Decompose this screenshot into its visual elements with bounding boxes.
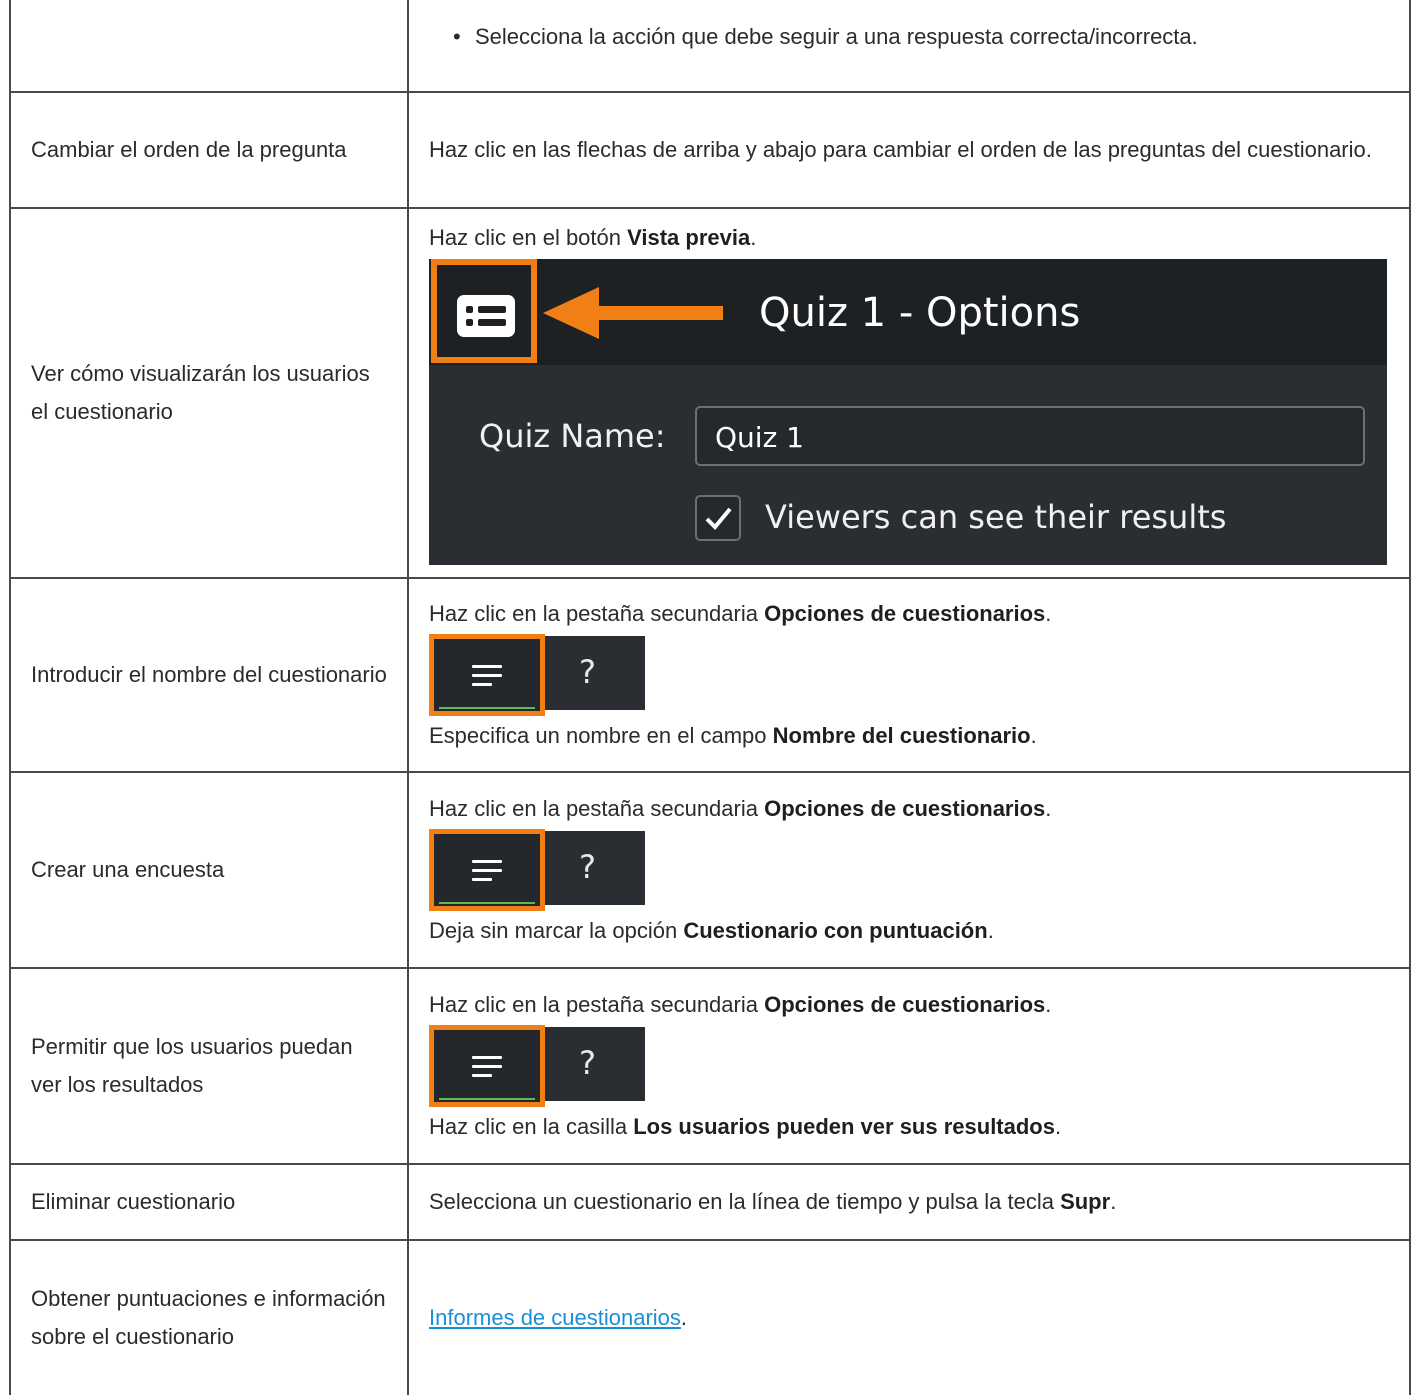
screenshot-title: Quiz 1 - Options [759,290,1081,336]
tabs-screenshot: ? [429,829,645,911]
tabs-screenshot: ? [429,1025,645,1107]
question-tab-icon: ? [579,653,596,691]
action-cell: Introducir el nombre del cuestionario [9,577,409,773]
instruction-text: Deja sin marcar la opción Cuestionario c… [429,918,994,943]
question-tab-icon: ? [579,848,596,886]
question-tab-icon: ? [579,1044,596,1082]
menu-lines-icon [472,1056,502,1083]
quiz-options-tab [429,829,545,911]
description-cell: Haz clic en las flechas de arriba y abaj… [407,91,1411,209]
instruction-text: Haz clic en la pestaña secundaria Opcion… [429,796,1052,821]
quiz-options-tab [429,1025,545,1107]
tabs-screenshot: ? [429,634,645,716]
table-row: Permitir que los usuarios puedan ver los… [9,967,1411,1165]
description-cell: Haz clic en la pestaña secundaria Opcion… [407,577,1411,773]
action-cell: Ver cómo visualizarán los usuarios el cu… [9,207,409,579]
instruction-text: Haz clic en la pestaña secundaria Opcion… [429,992,1052,1017]
quiz-name-label: Quiz Name: [479,417,666,455]
action-cell: Permitir que los usuarios puedan ver los… [9,967,409,1165]
description-cell: Haz clic en el botón Vista previa. Quiz … [407,207,1411,579]
description-cell: Haz clic en la pestaña secundaria Opcion… [407,967,1411,1165]
highlight-box [431,259,537,363]
arrow-left-icon [543,287,723,339]
action-cell: Obtener puntuaciones e información sobre… [9,1239,409,1395]
table-row: Obtener puntuaciones e información sobre… [9,1239,1411,1395]
description-cell: Selecciona un cuestionario en la línea d… [407,1163,1411,1241]
instruction-text: Haz clic en la casilla Los usuarios pued… [429,1114,1062,1139]
action-cell: Eliminar cuestionario [9,1163,409,1241]
quiz-name-field: Quiz 1 [695,406,1365,466]
table-row: Crear una encuesta Haz clic en la pestañ… [9,771,1411,969]
instruction-text: Especifica un nombre en el campo Nombre … [429,723,1037,748]
checkbox-label: Viewers can see their results [765,498,1227,536]
actions-table: Selecciona la acción que debe seguir a u… [9,0,1411,1395]
action-cell: Crear una encuesta [9,771,409,969]
menu-lines-icon [472,665,502,692]
table-row: Cambiar el orden de la pregunta Haz clic… [9,91,1411,209]
table-row: Ver cómo visualizarán los usuarios el cu… [9,207,1411,579]
instruction-text: Haz clic en la pestaña secundaria Opcion… [429,601,1052,626]
menu-lines-icon [472,860,502,887]
table-row: Eliminar cuestionario Selecciona un cues… [9,1163,1411,1241]
table-row: Introducir el nombre del cuestionario Ha… [9,577,1411,773]
bullet-item: Selecciona la acción que debe seguir a u… [429,18,1389,56]
action-cell [9,0,409,93]
instruction-text: Haz clic en el botón Vista previa. [429,225,757,250]
preview-screenshot: Quiz 1 - Options Quiz Name: Quiz 1 Viewe… [429,259,1387,565]
checkbox-checked-icon [695,495,741,541]
description-cell: Selecciona la acción que debe seguir a u… [407,0,1411,93]
quiz-reports-link[interactable]: Informes de cuestionarios [429,1305,681,1330]
description-cell: Informes de cuestionarios. [407,1239,1411,1395]
quiz-options-tab [429,634,545,716]
description-cell: Haz clic en la pestaña secundaria Opcion… [407,771,1411,969]
table-row: Selecciona la acción que debe seguir a u… [9,0,1411,93]
preview-button-icon [457,295,515,337]
action-cell: Cambiar el orden de la pregunta [9,91,409,209]
